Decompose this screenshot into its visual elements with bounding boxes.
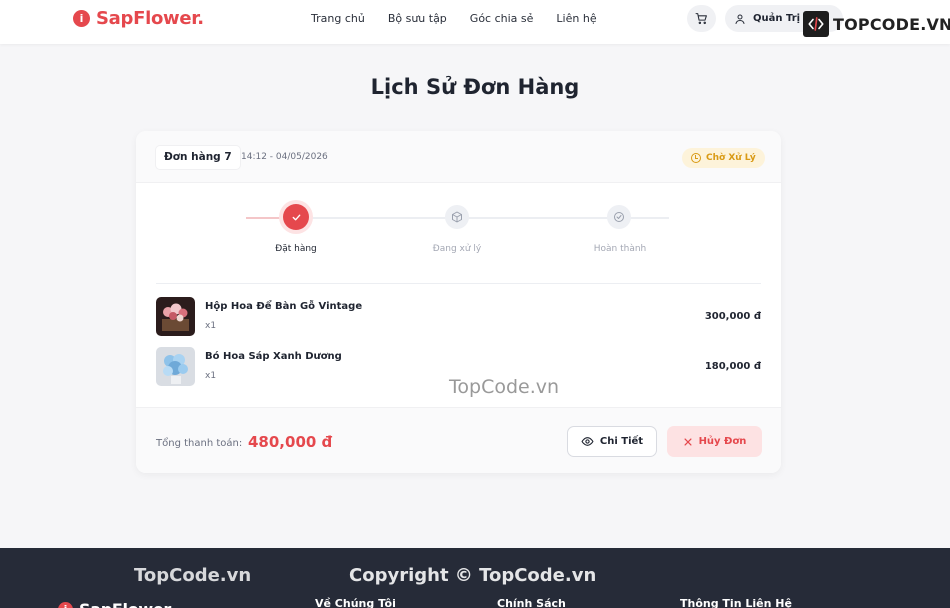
eye-icon xyxy=(581,435,594,448)
item-price: 300,000 đ xyxy=(704,311,761,322)
status-label: Chờ Xử Lý xyxy=(706,153,756,163)
step-ordered-dot xyxy=(283,204,309,230)
view-detail-button[interactable]: Chi Tiết xyxy=(567,426,657,457)
item-qty: x1 xyxy=(205,371,217,381)
footer-col-contact: Thông Tin Liên Hệ xyxy=(680,597,792,608)
watermark-text: TopCode.vn xyxy=(449,376,560,398)
watermark-logo-text: TOPCODE.VN xyxy=(833,14,950,34)
total-label: Tổng thanh toán: xyxy=(156,438,243,449)
status-badge: Chờ Xử Lý xyxy=(682,148,765,168)
check-icon xyxy=(292,214,300,220)
cart-button[interactable] xyxy=(687,5,716,32)
footer-logo-icon: i xyxy=(58,602,73,608)
item-name: Hộp Hoa Để Bàn Gỗ Vintage xyxy=(205,301,363,312)
close-icon xyxy=(683,437,693,447)
brand-name: SapFlower. xyxy=(96,8,204,29)
site-footer: TopCode.vn Copyright © TopCode.vn i SapF… xyxy=(0,548,950,608)
top-header: i SapFlower. Trang chủ Bộ sưu tập Góc ch… xyxy=(0,0,950,44)
cancel-order-button[interactable]: Hủy Đơn xyxy=(667,426,762,457)
item-qty: x1 xyxy=(205,321,217,331)
page-title: Lịch Sử Đơn Hàng xyxy=(370,75,580,99)
step-processing-dot xyxy=(445,205,469,229)
check-circle-icon xyxy=(614,212,624,222)
divider xyxy=(156,283,761,284)
nav-home[interactable]: Trang chủ xyxy=(311,12,365,25)
order-time: 14:12 - 04/05/2026 xyxy=(241,152,328,162)
item-price: 180,000 đ xyxy=(704,361,761,372)
footer-col-about: Về Chúng Tôi xyxy=(315,597,396,608)
main-nav: Trang chủ Bộ sưu tập Góc chia sẻ Liên hệ xyxy=(311,12,620,25)
brand-logo-icon: i xyxy=(73,10,90,27)
order-card-header: Đơn hàng 7 14:12 - 04/05/2026 Chờ Xử Lý xyxy=(136,131,781,183)
total-value: 480,000 đ xyxy=(248,433,333,451)
order-item: Hộp Hoa Để Bàn Gỗ Vintage x1 300,000 đ xyxy=(156,297,761,337)
footer-watermark: TopCode.vn xyxy=(134,565,252,586)
product-thumbnail xyxy=(156,297,195,336)
watermark-logo-icon xyxy=(803,11,829,37)
product-thumbnail xyxy=(156,347,195,386)
footer-brand-name: SapFlower. xyxy=(79,600,175,608)
order-id: Đơn hàng 7 xyxy=(156,146,240,169)
step-completed-label: Hoàn thành xyxy=(593,244,647,254)
item-name: Bó Hoa Sáp Xanh Dương xyxy=(205,351,342,362)
footer-col-policy: Chính Sách xyxy=(497,597,566,608)
watermark-logo: TOPCODE.VN xyxy=(803,11,950,37)
view-detail-label: Chi Tiết xyxy=(599,436,644,447)
cancel-order-label: Hủy Đơn xyxy=(698,436,747,447)
cart-icon xyxy=(695,13,707,25)
footer-logo[interactable]: i SapFlower. xyxy=(58,600,175,608)
order-card: Đơn hàng 7 14:12 - 04/05/2026 Chờ Xử Lý … xyxy=(136,131,781,473)
step-processing-label: Đang xử lý xyxy=(432,244,482,254)
nav-collection[interactable]: Bộ sưu tập xyxy=(388,12,447,25)
brand-logo[interactable]: i SapFlower. xyxy=(73,8,204,29)
nav-blog[interactable]: Góc chia sẻ xyxy=(470,12,534,25)
step-ordered-label: Đặt hàng xyxy=(275,244,317,254)
nav-contact[interactable]: Liên hệ xyxy=(556,12,596,25)
progress-line-done xyxy=(246,217,282,219)
footer-copyright-watermark: Copyright © TopCode.vn xyxy=(349,565,597,586)
step-completed-dot xyxy=(607,205,631,229)
clock-icon xyxy=(691,153,701,163)
order-card-footer: Tổng thanh toán: 480,000 đ Chi Tiết Hủy … xyxy=(136,407,781,473)
user-icon xyxy=(735,14,745,24)
box-icon xyxy=(452,211,462,223)
